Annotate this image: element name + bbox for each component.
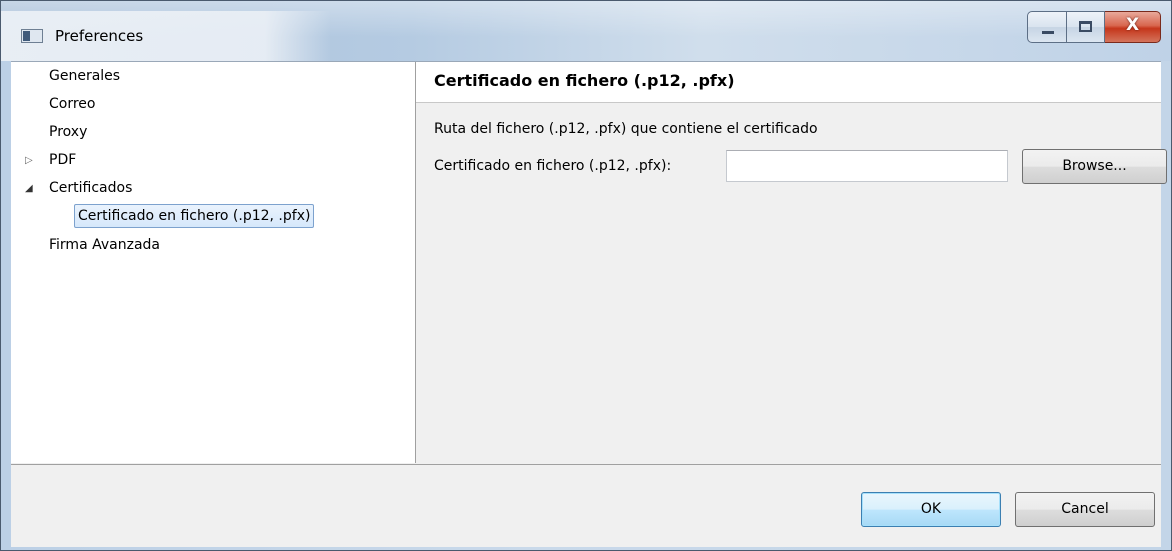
cancel-button[interactable]: Cancel	[1015, 492, 1155, 527]
tree-item-proxy[interactable]: Proxy	[49, 120, 87, 144]
tree-item-pdf[interactable]: ▷ PDF	[25, 148, 76, 172]
tree-item-label: Certificados	[49, 180, 133, 196]
minimize-icon	[1042, 31, 1054, 34]
certificate-file-label: Certificado en fichero (.p12, .pfx):	[434, 158, 672, 174]
close-button[interactable]: X	[1105, 11, 1161, 43]
tree-item-label: Certificado en fichero (.p12, .pfx)	[74, 204, 315, 228]
minimize-button[interactable]	[1027, 11, 1067, 43]
preference-page: Certificado en fichero (.p12, .pfx) Ruta…	[416, 62, 1167, 463]
tree-item-label: Correo	[49, 96, 96, 112]
ok-button[interactable]: OK	[861, 492, 1001, 527]
dialog-footer: OK Cancel	[11, 464, 1161, 547]
tree-item-label: Firma Avanzada	[49, 237, 160, 253]
close-icon: X	[1125, 15, 1140, 35]
page-description: Ruta del fichero (.p12, .pfx) que contie…	[434, 121, 818, 137]
maximize-button[interactable]	[1067, 11, 1105, 43]
maximize-icon	[1079, 21, 1092, 32]
preferences-window: Preferences X Generales Correo Proxy ▷ P…	[0, 0, 1172, 551]
tree-item-certificado-fichero[interactable]: Certificado en fichero (.p12, .pfx)	[74, 204, 315, 228]
tree-item-firma-avanzada[interactable]: Firma Avanzada	[49, 233, 160, 257]
window-controls: X	[1027, 11, 1161, 43]
tree-item-correo[interactable]: Correo	[49, 92, 95, 116]
window-title: Preferences	[55, 27, 144, 45]
dialog-client-area: Generales Correo Proxy ▷ PDF ◢ Certifica…	[11, 61, 1167, 547]
page-title: Certificado en fichero (.p12, .pfx)	[434, 71, 735, 90]
tree-item-label: Generales	[49, 68, 121, 84]
tree-item-label: Proxy	[49, 124, 88, 140]
tree-item-label: PDF	[49, 152, 77, 168]
expanded-arrow-icon[interactable]: ◢	[25, 177, 33, 201]
app-icon	[21, 29, 43, 43]
title-bar[interactable]: Preferences X	[1, 1, 1171, 61]
title-bar-glow	[1, 11, 331, 61]
preferences-tree[interactable]: Generales Correo Proxy ▷ PDF ◢ Certifica…	[11, 62, 416, 463]
tree-item-generales[interactable]: Generales	[49, 64, 120, 88]
collapsed-arrow-icon[interactable]: ▷	[25, 149, 33, 173]
page-header: Certificado en fichero (.p12, .pfx)	[416, 62, 1161, 103]
browse-button[interactable]: Browse...	[1022, 149, 1167, 184]
certificate-file-input[interactable]	[726, 150, 1008, 182]
tree-item-certificados[interactable]: ◢ Certificados	[25, 176, 132, 200]
